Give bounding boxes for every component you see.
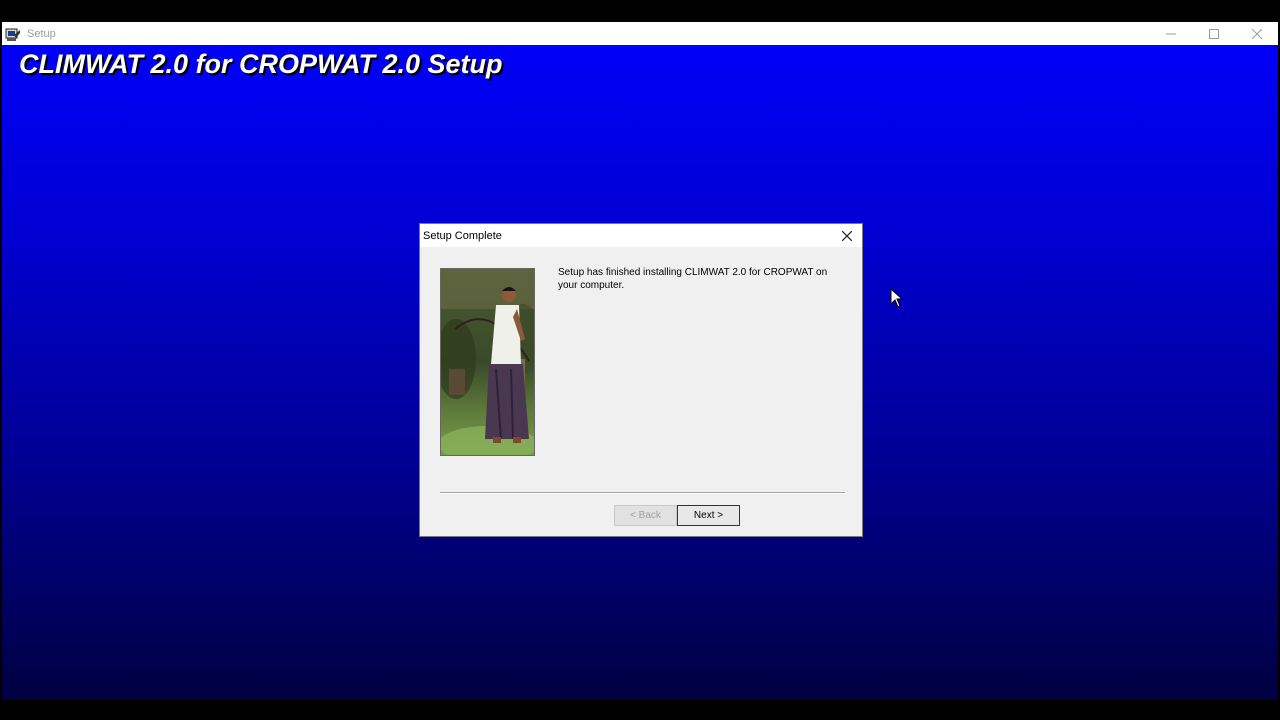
maximize-icon bbox=[1208, 28, 1219, 39]
farmer-photo bbox=[440, 268, 535, 456]
close-icon bbox=[842, 230, 852, 241]
mouse-cursor-icon bbox=[890, 288, 904, 308]
minimize-button[interactable] bbox=[1149, 22, 1192, 45]
setup-complete-dialog: Setup Complete Setup has finished instal… bbox=[419, 223, 863, 537]
back-button[interactable]: < Back bbox=[614, 505, 677, 526]
close-icon bbox=[1251, 28, 1262, 39]
dialog-separator bbox=[440, 492, 845, 494]
letterbox-bottom bbox=[0, 700, 1280, 720]
dialog-titlebar[interactable]: Setup Complete bbox=[420, 224, 862, 247]
minimize-icon bbox=[1165, 33, 1176, 34]
letterbox-top bbox=[0, 0, 1280, 22]
close-button[interactable] bbox=[1235, 22, 1278, 45]
dialog-close-button[interactable] bbox=[832, 224, 862, 247]
setup-app-icon bbox=[5, 26, 21, 42]
window-titlebar[interactable]: Setup bbox=[2, 22, 1278, 45]
window-title: Setup bbox=[27, 27, 56, 40]
setup-heading: CLIMWAT 2.0 for CROPWAT 2.0 Setup bbox=[19, 49, 503, 79]
next-button[interactable]: Next > bbox=[677, 505, 740, 526]
window-controls bbox=[1149, 22, 1278, 45]
dialog-title: Setup Complete bbox=[423, 229, 502, 242]
completion-message: Setup has finished installing CLIMWAT 2.… bbox=[558, 267, 828, 291]
maximize-button[interactable] bbox=[1192, 22, 1235, 45]
